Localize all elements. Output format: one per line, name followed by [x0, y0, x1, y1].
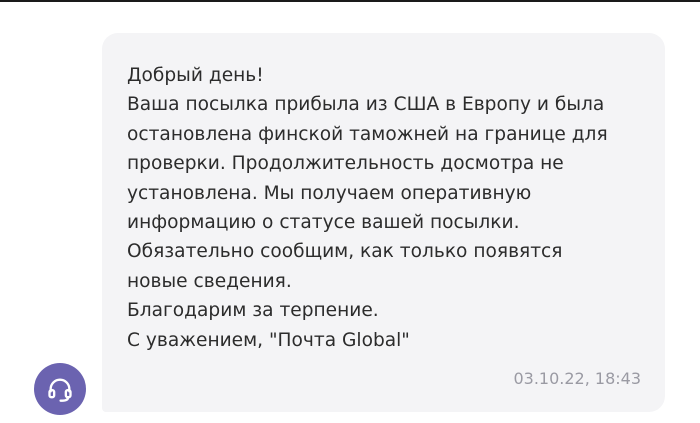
message-line: Обязательно сообщим, как только появятся: [127, 241, 563, 263]
message-line: Добрый день!: [127, 65, 264, 86]
message-line: проверки. Продолжительность досмотра не: [127, 153, 564, 175]
support-avatar[interactable]: [34, 363, 86, 415]
message-bubble: Добрый день! Ваша посылка прибыла из США…: [102, 33, 665, 412]
message-line: Благодарим за терпение.: [127, 300, 379, 322]
message-line: остановлена финской таможней на границе …: [127, 123, 608, 145]
message-line: установлена. Мы получаем оперативную: [127, 182, 532, 204]
message-line: новые сведения.: [127, 270, 292, 292]
message-line: Ваша посылка прибыла из США в Европу и б…: [127, 94, 605, 116]
message-line: информацию о статусе вашей посылки.: [127, 212, 520, 234]
message-text: Добрый день! Ваша посылка прибыла из США…: [127, 61, 641, 355]
message-timestamp: 03.10.22, 18:43: [513, 369, 641, 388]
headset-icon: [48, 378, 72, 402]
chat-area: Добрый день! Ваша посылка прибыла из США…: [0, 2, 700, 423]
message-line: С уважением, "Почта Global": [127, 329, 410, 351]
